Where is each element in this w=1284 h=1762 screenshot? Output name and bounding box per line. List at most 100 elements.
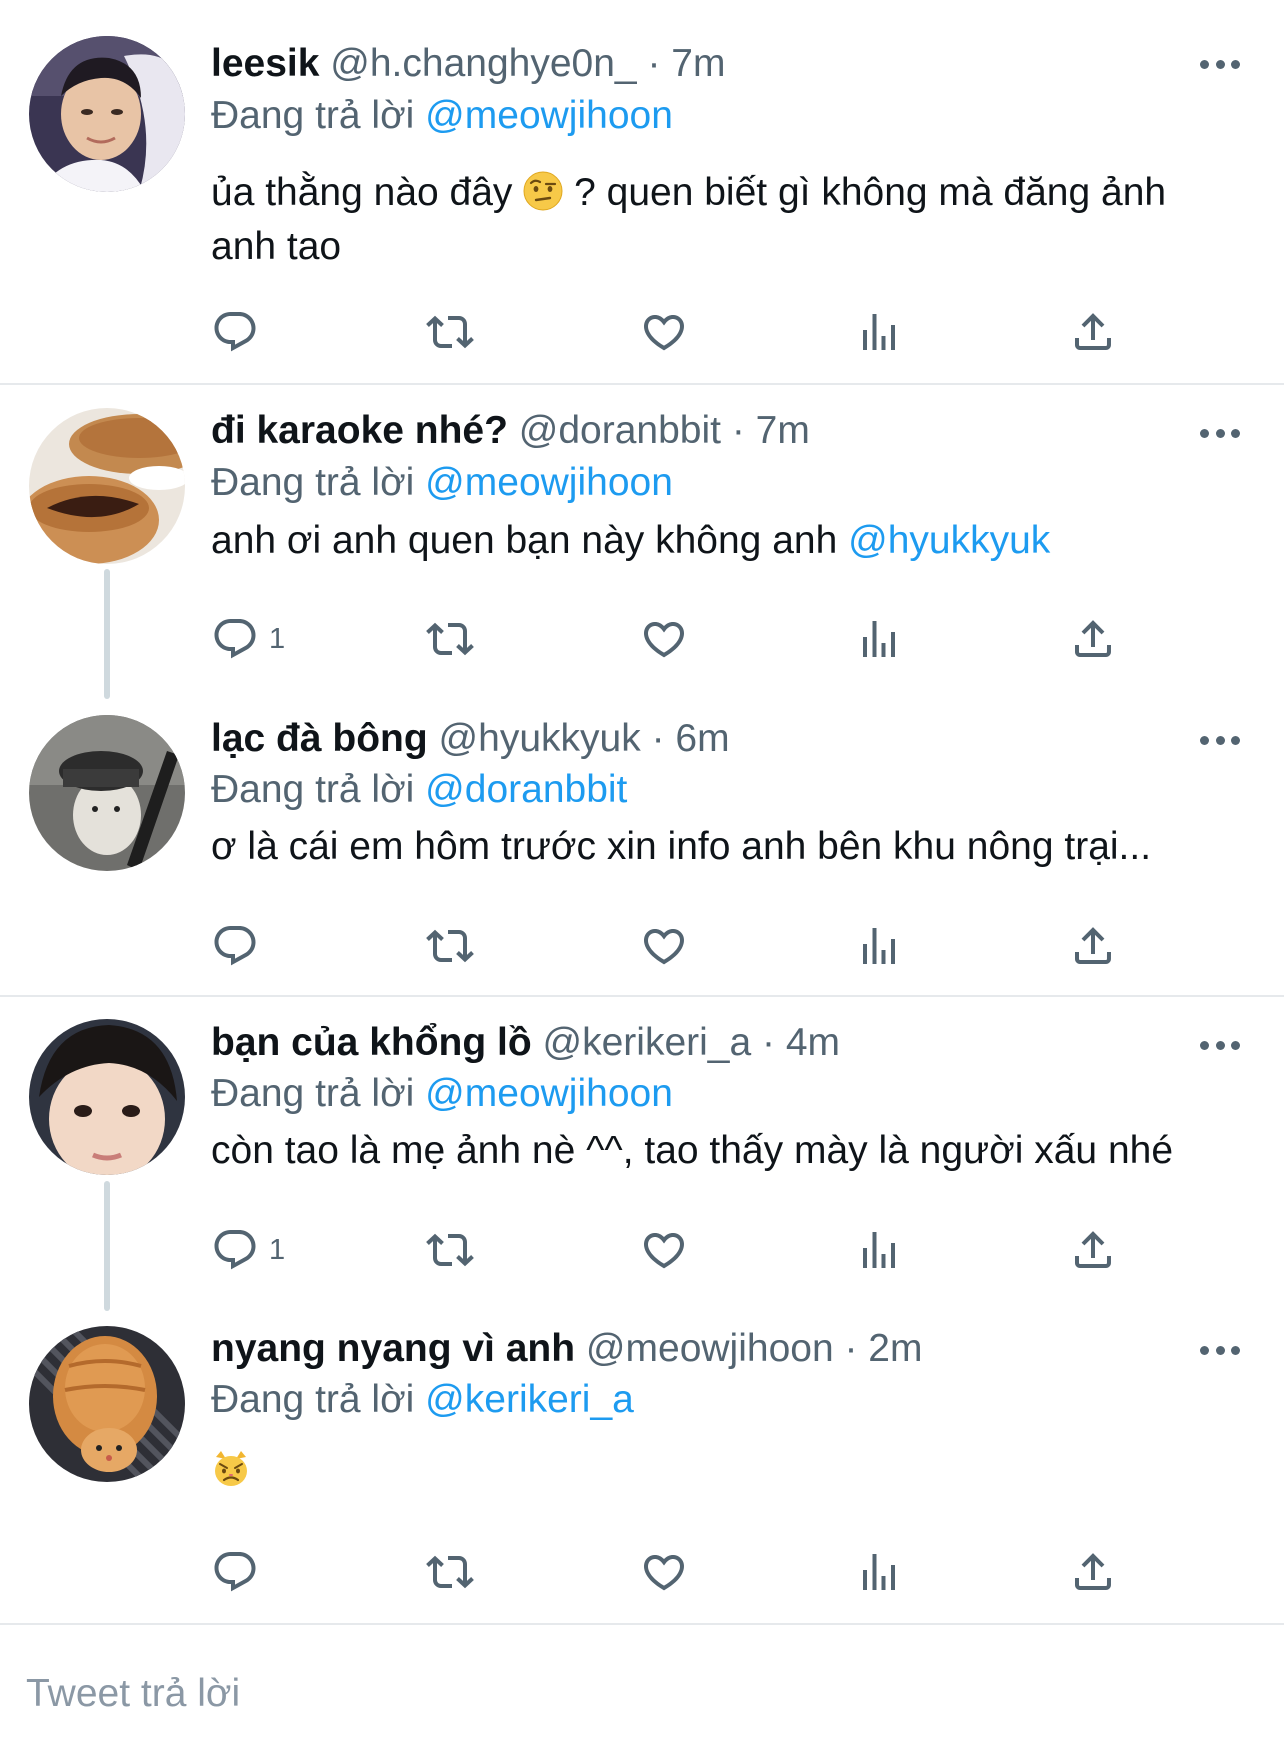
replying-mention[interactable]: @kerikeri_a xyxy=(425,1378,634,1421)
tweet-text-part: ủa thằng nào đây xyxy=(211,171,513,214)
share-button[interactable] xyxy=(1069,1220,1117,1280)
handle[interactable]: @doranbbit xyxy=(519,409,721,452)
retweet-button[interactable] xyxy=(426,302,474,362)
views-button[interactable] xyxy=(855,1542,903,1602)
tweet[interactable]: lạc đà bông @hyukkyuk · 6m Đang trả lời … xyxy=(0,690,1284,997)
retweet-button[interactable] xyxy=(426,1220,474,1280)
like-button[interactable] xyxy=(640,916,688,976)
reply-button[interactable] xyxy=(211,1542,259,1602)
handle[interactable]: @kerikeri_a xyxy=(543,1021,752,1064)
more-icon[interactable] xyxy=(1200,734,1240,746)
retweet-icon xyxy=(426,922,474,970)
display-name[interactable]: leesik xyxy=(211,42,319,85)
analytics-icon xyxy=(855,1548,903,1596)
more-icon[interactable] xyxy=(1200,427,1240,439)
views-button[interactable] xyxy=(855,1220,903,1280)
tweet-text-part: anh ơi anh quen bạn này không anh xyxy=(211,519,838,562)
replying-to: Đang trả lời @meowjihoon xyxy=(211,1070,673,1118)
reply-button[interactable] xyxy=(211,302,259,362)
display-name[interactable]: lạc đà bông xyxy=(211,717,428,760)
views-button[interactable] xyxy=(855,916,903,976)
like-button[interactable] xyxy=(640,1220,688,1280)
reply-count: 1 xyxy=(269,622,286,655)
reply-icon xyxy=(211,308,259,356)
replying-to: Đang trả lời @kerikeri_a xyxy=(211,1376,634,1424)
tweet-actions xyxy=(211,916,1171,976)
tweet[interactable]: bạn của khổng lồ @kerikeri_a · 4m Đang t… xyxy=(0,997,1284,1311)
like-button[interactable] xyxy=(640,1542,688,1602)
replying-prefix: Đang trả lời xyxy=(211,1378,415,1421)
reply-button[interactable] xyxy=(211,916,259,976)
tweet-text xyxy=(211,1444,1241,1498)
timestamp[interactable]: · 7m xyxy=(647,42,725,85)
share-button[interactable] xyxy=(1069,916,1117,976)
handle[interactable]: @hyukkyuk xyxy=(439,717,641,760)
share-icon xyxy=(1069,922,1117,970)
display-name[interactable]: bạn của khổng lồ xyxy=(211,1021,532,1064)
reply-icon xyxy=(211,1548,259,1596)
share-button[interactable] xyxy=(1069,609,1117,669)
views-button[interactable] xyxy=(855,302,903,362)
avatar[interactable] xyxy=(29,715,185,871)
timestamp[interactable]: · 7m xyxy=(732,409,810,452)
tweet-actions xyxy=(211,1542,1171,1602)
more-icon[interactable] xyxy=(1200,58,1240,70)
replying-mention[interactable]: @meowjihoon xyxy=(425,1072,673,1115)
share-button[interactable] xyxy=(1069,302,1117,362)
reply-count: 1 xyxy=(269,1233,286,1266)
heart-icon xyxy=(640,1226,688,1274)
analytics-icon xyxy=(855,308,903,356)
replying-prefix: Đang trả lời xyxy=(211,1072,415,1115)
avatar[interactable] xyxy=(29,1019,185,1175)
tweet[interactable]: đi karaoke nhé? @doranbbit · 7m Đang trả… xyxy=(0,385,1284,699)
reply-button[interactable]: 1 xyxy=(211,1220,285,1280)
tweet-actions: 1 xyxy=(211,1220,1171,1280)
replying-mention[interactable]: @doranbbit xyxy=(425,768,627,811)
tweet-actions xyxy=(211,302,1171,362)
like-button[interactable] xyxy=(640,609,688,669)
replying-to: Đang trả lời @doranbbit xyxy=(211,766,627,814)
reply-button[interactable]: 1 xyxy=(211,609,285,669)
retweet-icon xyxy=(426,1548,474,1596)
handle[interactable]: @h.changhye0n_ xyxy=(330,42,636,85)
text-mention[interactable]: @hyukkyuk xyxy=(848,519,1050,562)
avatar[interactable] xyxy=(29,36,185,192)
timestamp[interactable]: · 2m xyxy=(844,1327,922,1370)
share-button[interactable] xyxy=(1069,1542,1117,1602)
tweet[interactable]: nyang nyang vì anh @meowjihoon · 2m Đang… xyxy=(0,1302,1284,1625)
tweet-text: ủa thằng nào đây ? quen biết gì không mà… xyxy=(211,166,1241,274)
share-icon xyxy=(1069,615,1117,663)
replying-mention[interactable]: @meowjihoon xyxy=(425,94,673,137)
timestamp[interactable]: · 6m xyxy=(652,717,730,760)
tweet-text-part: ơ là cái em hôm trước xin info anh bên k… xyxy=(211,825,1152,868)
tweet-text-part: còn tao là mẹ ảnh nè ^^, tao thấy mày là… xyxy=(211,1129,1174,1172)
pouting-cat-emoji xyxy=(211,1449,251,1489)
analytics-icon xyxy=(855,922,903,970)
heart-icon xyxy=(640,615,688,663)
tweet-header: lạc đà bông @hyukkyuk · 6m xyxy=(211,715,730,763)
share-icon xyxy=(1069,308,1117,356)
share-icon xyxy=(1069,1548,1117,1596)
handle[interactable]: @meowjihoon xyxy=(586,1327,834,1370)
replying-mention[interactable]: @meowjihoon xyxy=(425,461,673,504)
reply-input[interactable]: Tweet trả lời xyxy=(26,1670,240,1718)
more-icon[interactable] xyxy=(1200,1344,1240,1356)
views-button[interactable] xyxy=(855,609,903,669)
reply-composer[interactable]: Tweet trả lời xyxy=(0,1628,1284,1762)
avatar[interactable] xyxy=(29,408,185,564)
heart-icon xyxy=(640,1548,688,1596)
more-icon[interactable] xyxy=(1200,1039,1240,1051)
display-name[interactable]: nyang nyang vì anh xyxy=(211,1327,575,1370)
replying-prefix: Đang trả lời xyxy=(211,94,415,137)
tweet-text: ơ là cái em hôm trước xin info anh bên k… xyxy=(211,820,1241,874)
retweet-button[interactable] xyxy=(426,609,474,669)
share-icon xyxy=(1069,1226,1117,1274)
timestamp[interactable]: · 4m xyxy=(762,1021,840,1064)
display-name[interactable]: đi karaoke nhé? xyxy=(211,409,508,452)
avatar[interactable] xyxy=(29,1326,185,1482)
retweet-button[interactable] xyxy=(426,1542,474,1602)
retweet-button[interactable] xyxy=(426,916,474,976)
tweet[interactable]: leesik @h.changhye0n_ · 7m Đang trả lời … xyxy=(0,0,1284,385)
like-button[interactable] xyxy=(640,302,688,362)
heart-icon xyxy=(640,308,688,356)
